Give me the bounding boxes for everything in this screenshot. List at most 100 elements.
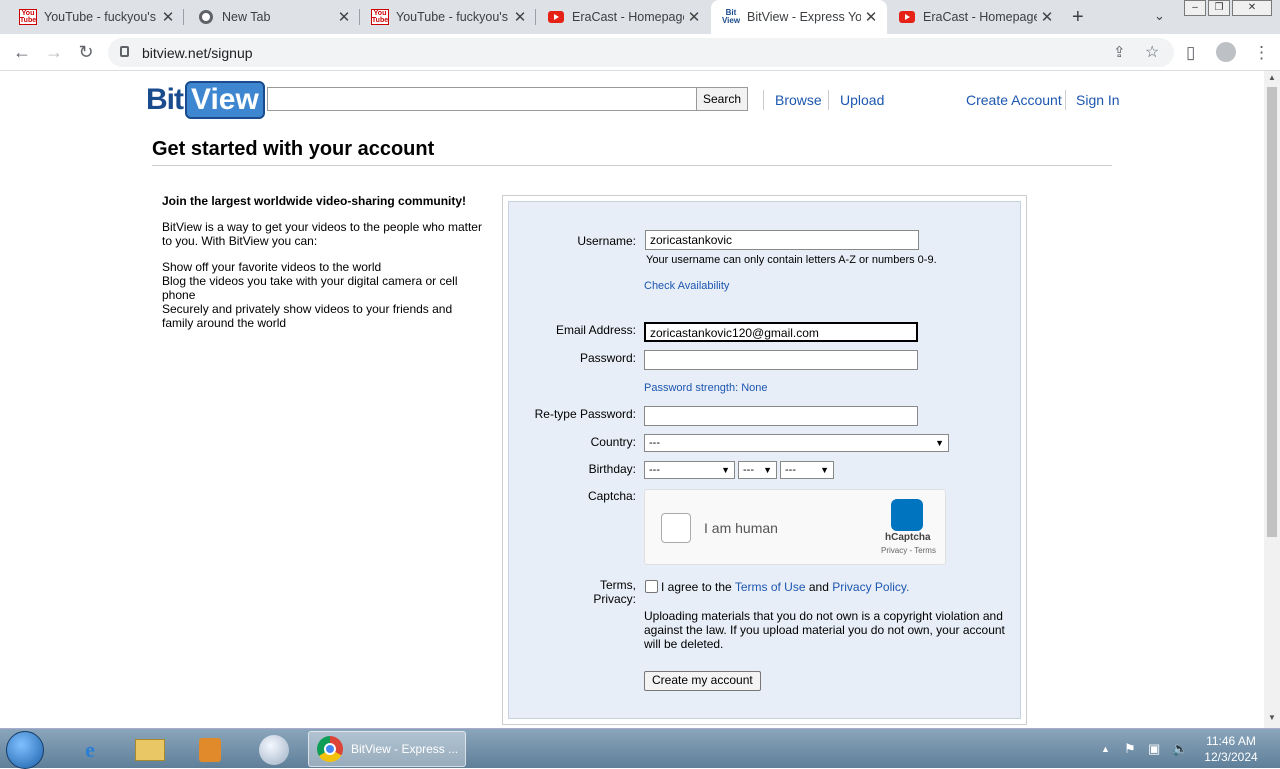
agree-prefix: I agree to the: [661, 580, 732, 594]
username-input[interactable]: zoricastankovic: [645, 230, 919, 250]
reload-icon[interactable]: ↻: [74, 42, 98, 63]
back-arrow-icon[interactable]: ←: [10, 42, 34, 63]
side-panel-icon[interactable]: ▯: [1186, 43, 1195, 63]
close-icon[interactable]: ✕: [1037, 8, 1057, 26]
tab-bitview[interactable]: Bit View BitView - Express You ✕: [711, 0, 887, 34]
forward-arrow-icon[interactable]: →: [42, 42, 66, 63]
network-icon[interactable]: ▣: [1148, 741, 1160, 757]
birthday-day-select[interactable]: --- ▼: [738, 461, 777, 479]
minimize-icon[interactable]: –: [1184, 0, 1206, 16]
new-tab-plus-icon[interactable]: +: [1072, 6, 1084, 29]
country-select[interactable]: --- ▼: [644, 434, 949, 452]
tab-title: BitView - Express You: [747, 10, 861, 24]
country-label: Country:: [590, 435, 636, 449]
close-icon[interactable]: ✕: [684, 8, 704, 26]
search-input[interactable]: [267, 87, 697, 111]
action-center-flag-icon[interactable]: ⚑: [1124, 741, 1136, 757]
globe-app-icon[interactable]: [250, 732, 298, 767]
retype-password-input[interactable]: [644, 406, 918, 426]
address-bar: ← → ↻ bitview.net/signup ⇪ ☆ ▯ ⋮: [0, 34, 1280, 71]
agree-checkbox[interactable]: [645, 580, 658, 593]
birthday-year-value: ---: [785, 464, 796, 476]
captcha-label: Captcha:: [587, 489, 636, 503]
tab-bar: You Tube YouTube - fuckyou's ✕ New Tab ✕ …: [0, 0, 1280, 34]
omnibox[interactable]: bitview.net/signup ⇪ ☆: [108, 38, 1174, 67]
password-input[interactable]: [644, 350, 918, 370]
birthday-year-select[interactable]: --- ▼: [780, 461, 834, 479]
bitview-logo[interactable]: Bit View: [146, 80, 265, 120]
email-label: Email Address:: [555, 323, 636, 337]
intro-text: BitView is a way to get your videos to t…: [162, 220, 482, 248]
upload-link[interactable]: Upload: [840, 92, 884, 108]
tab-title: YouTube - fuckyou's: [44, 10, 156, 24]
close-icon[interactable]: ✕: [510, 8, 530, 26]
divider: [763, 90, 764, 110]
divider: [1065, 90, 1066, 110]
bookmark-star-icon[interactable]: ☆: [1145, 42, 1159, 62]
create-account-link[interactable]: Create Account: [966, 92, 1062, 108]
close-icon[interactable]: ✕: [861, 8, 881, 26]
bitview-icon: Bit View: [721, 8, 741, 25]
tab-eracast-2[interactable]: EraCast - Homepage ✕: [887, 0, 1063, 34]
close-icon[interactable]: ✕: [334, 8, 354, 26]
media-player-icon[interactable]: [186, 732, 234, 767]
browse-link[interactable]: Browse: [775, 92, 822, 108]
captcha-checkbox[interactable]: [661, 513, 691, 543]
tab-youtube-1[interactable]: You Tube YouTube - fuckyou's ✕: [0, 0, 184, 34]
captcha-links[interactable]: Privacy - Terms: [881, 546, 936, 555]
youtube-red-icon: [548, 9, 564, 25]
birthday-month-select[interactable]: --- ▼: [644, 461, 735, 479]
tab-title: EraCast - Homepage: [923, 10, 1037, 24]
tab-title: YouTube - fuckyou's: [396, 10, 508, 24]
retype-password-label: Re-type Password:: [534, 407, 636, 421]
close-icon[interactable]: ✕: [158, 8, 178, 26]
agree-text: I agree to the Terms of Use and Privacy …: [661, 580, 909, 594]
username-hint: Your username can only contain letters A…: [646, 254, 937, 266]
windows-taskbar: e BitView - Express ... ▲ ⚑ ▣ 🔈 11:46 AM…: [0, 728, 1280, 769]
file-explorer-icon[interactable]: [126, 732, 174, 767]
check-availability-link[interactable]: Check Availability: [644, 280, 729, 292]
restore-icon[interactable]: ❐: [1208, 0, 1230, 16]
password-label: Password:: [579, 351, 636, 365]
internet-explorer-icon[interactable]: e: [66, 732, 114, 767]
email-input[interactable]: zoricastankovic120@gmail.com: [644, 322, 918, 342]
sign-in-link[interactable]: Sign In: [1076, 92, 1120, 108]
scrollbar-thumb[interactable]: [1267, 87, 1277, 537]
share-icon[interactable]: ⇪: [1113, 43, 1126, 61]
window-close-icon[interactable]: ✕: [1232, 0, 1272, 16]
hcaptcha-widget: I am human hCaptcha Privacy - Terms: [644, 489, 946, 565]
hcaptcha-logo-icon: [891, 499, 923, 531]
youtube-icon: You Tube: [370, 9, 390, 25]
intro-list-item: Securely and privately show videos to yo…: [162, 302, 453, 330]
system-clock[interactable]: 11:46 AM 12/3/2024: [1196, 733, 1266, 765]
divider: [828, 90, 829, 110]
profile-avatar-icon[interactable]: [1216, 42, 1236, 62]
logo-bit-text: Bit: [146, 83, 184, 116]
youtube-red-icon: [899, 9, 915, 25]
intro-list-item: Blog the videos you take with your digit…: [162, 274, 458, 302]
search-button[interactable]: Search: [696, 87, 748, 111]
tray-expand-icon[interactable]: ▲: [1101, 744, 1110, 754]
taskbar-chrome-window[interactable]: BitView - Express ...: [308, 731, 466, 767]
intro-list-item: Show off your favorite videos to the wor…: [162, 260, 382, 274]
lock-icon: [120, 46, 129, 57]
intro-heading: Join the largest worldwide video-sharing…: [162, 194, 467, 208]
tab-youtube-2[interactable]: You Tube YouTube - fuckyou's ✕: [360, 0, 536, 34]
chevron-down-icon: ▼: [820, 465, 829, 475]
username-label: Username:: [577, 234, 636, 248]
tab-new-tab[interactable]: New Tab ✕: [184, 0, 360, 34]
privacy-policy-link[interactable]: Privacy Policy.: [832, 580, 909, 594]
terms-of-use-link[interactable]: Terms of Use: [735, 580, 806, 594]
start-button-icon[interactable]: [6, 731, 44, 769]
clock-date: 12/3/2024: [1204, 750, 1258, 764]
scroll-up-icon[interactable]: ▲: [1268, 73, 1276, 82]
scroll-down-icon[interactable]: ▼: [1268, 713, 1276, 722]
scrollbar[interactable]: ▲ ▼: [1264, 71, 1280, 728]
menu-kebab-icon[interactable]: ⋮: [1253, 43, 1270, 63]
tab-eracast-1[interactable]: EraCast - Homepage ✕: [536, 0, 710, 34]
create-account-button[interactable]: Create my account: [644, 671, 761, 691]
and-text: and: [808, 580, 829, 594]
tab-search-chevron-icon[interactable]: ⌄: [1154, 8, 1165, 24]
volume-muted-icon[interactable]: 🔈: [1172, 741, 1188, 757]
chevron-down-icon: ▼: [935, 438, 944, 448]
